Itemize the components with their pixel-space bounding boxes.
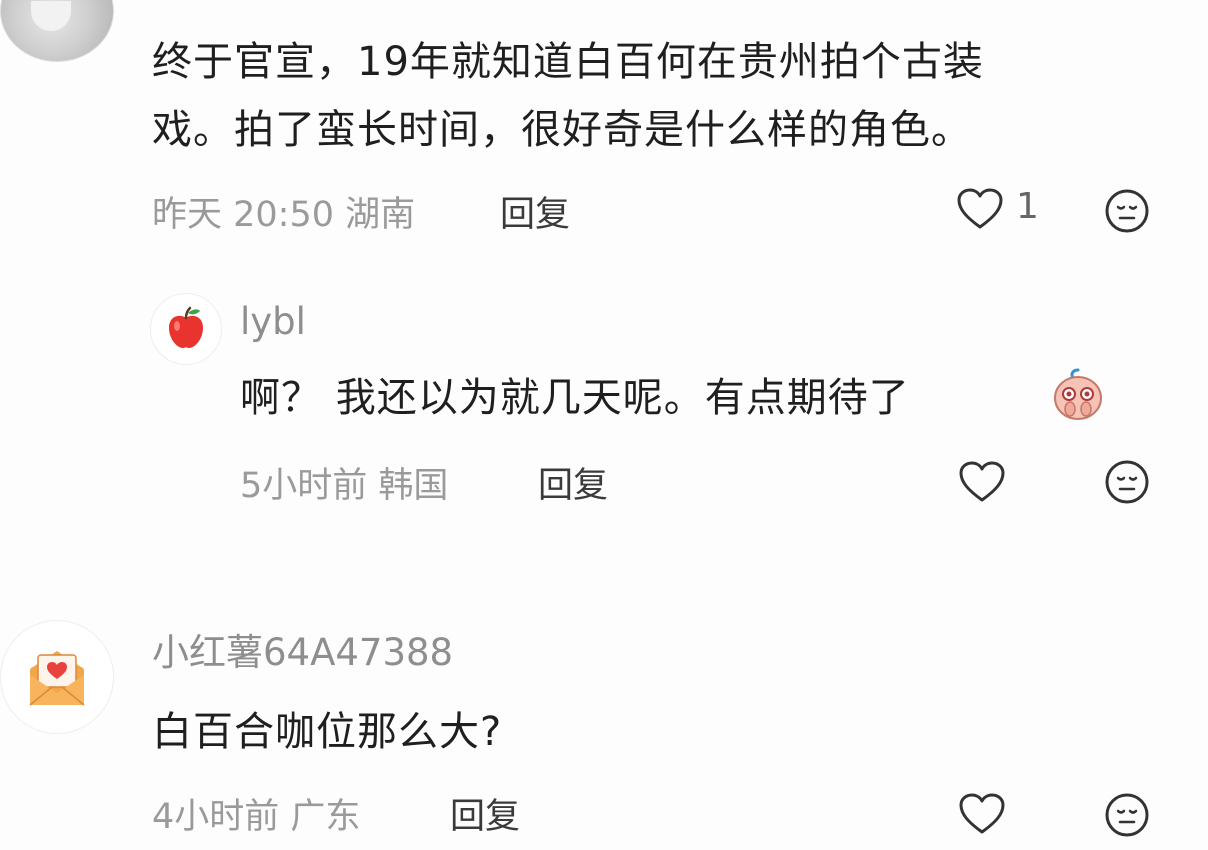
- comment-text-line1: 终于官宣，19年就知道白百何在贵州拍个古装: [152, 39, 984, 85]
- reply-button[interactable]: 回复: [500, 186, 570, 237]
- heart-outline-icon[interactable]: [958, 460, 1006, 504]
- comment-username[interactable]: 小红薯64A47388: [152, 622, 453, 676]
- neutral-face-icon[interactable]: [1104, 792, 1150, 838]
- shy-emoji-sticker: [1050, 366, 1106, 422]
- comment-meta: 4小时前 广东: [152, 797, 361, 837]
- reply-username[interactable]: lybl: [240, 300, 306, 343]
- like-count: 1: [1016, 186, 1039, 227]
- reply-text: 啊？ 我还以为就几天呢。有点期待了: [240, 375, 910, 421]
- heart-outline-icon[interactable]: [956, 187, 1004, 231]
- apple-avatar-icon[interactable]: [150, 293, 222, 365]
- neutral-face-icon[interactable]: [1104, 459, 1150, 505]
- reply-button[interactable]: 回复: [538, 457, 608, 508]
- heart-outline-icon[interactable]: [958, 792, 1006, 836]
- reply-button[interactable]: 回复: [450, 788, 520, 839]
- comment-text-line2: 戏。拍了蛮长时间，很好奇是什么样的角色。: [152, 107, 972, 153]
- comment-meta: 昨天 20:50 湖南: [152, 195, 416, 235]
- envelope-heart-avatar-icon[interactable]: [0, 620, 114, 734]
- user-avatar-top[interactable]: [0, 0, 114, 62]
- neutral-face-icon[interactable]: [1104, 188, 1150, 234]
- reply-meta: 5小时前 韩国: [240, 466, 449, 506]
- comment-text: 白百合咖位那么大?: [152, 709, 503, 755]
